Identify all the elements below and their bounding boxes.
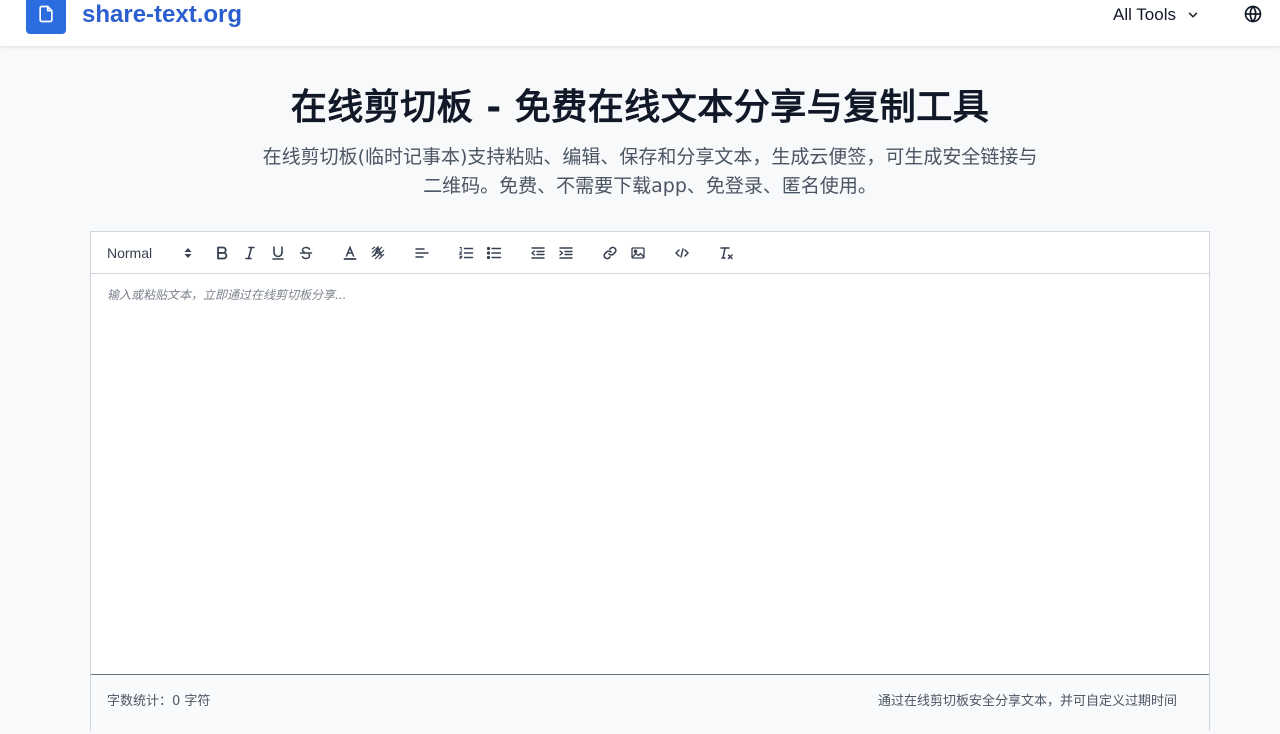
link-icon — [603, 246, 617, 259]
bold-button[interactable] — [211, 241, 233, 265]
underline-button[interactable] — [267, 241, 289, 265]
align-button[interactable] — [411, 241, 433, 265]
footer-note: 通过在线剪切板安全分享文本，并可自定义过期时间 — [877, 694, 1177, 709]
rich-text-editor: Normal 输入或粘贴文本，立即通过在线剪切板分享... 字数统计：0 字符 … — [90, 231, 1210, 734]
clear-format-icon — [720, 246, 733, 259]
code-icon — [675, 247, 689, 258]
underline-icon — [272, 245, 284, 260]
all-tools-label: All Tools — [1113, 5, 1176, 24]
page-subtitle: 在线剪切板(临时记事本)支持粘贴、编辑、保存和分享文本，生成云便签，可生成安全链… — [262, 146, 1038, 197]
chevron-down-icon — [1188, 12, 1198, 18]
image-icon — [631, 246, 645, 259]
indent-icon — [559, 246, 573, 259]
outdent-icon — [531, 246, 545, 259]
all-tools-menu[interactable]: All Tools — [1113, 4, 1200, 26]
top-header: share-text.org All Tools — [0, 0, 1280, 46]
editor-footer: 字数统计：0 字符 通过在线剪切板安全分享文本，并可自定义过期时间 — [91, 674, 1209, 734]
outdent-button[interactable] — [527, 241, 549, 265]
clear-format-button[interactable] — [715, 241, 737, 265]
strikethrough-button[interactable] — [295, 241, 317, 265]
logo[interactable] — [26, 0, 66, 34]
bullet-list-icon — [486, 246, 502, 259]
text-color-button[interactable] — [339, 241, 361, 265]
editor-toolbar: Normal — [91, 232, 1209, 274]
globe-icon — [1244, 5, 1262, 23]
italic-icon — [245, 246, 255, 259]
format-select[interactable]: Normal — [107, 241, 193, 265]
bold-icon — [217, 246, 228, 259]
char-count: 字数统计：0 字符 — [107, 694, 211, 709]
page-title: 在线剪切板 - 免费在线文本分享与复制工具 — [290, 87, 990, 128]
editor-content — [91, 274, 1209, 674]
strikethrough-icon — [299, 246, 313, 259]
code-button[interactable] — [671, 241, 693, 265]
select-arrows-icon — [184, 247, 192, 258]
background-color-button[interactable] — [367, 241, 389, 265]
ordered-list-button[interactable] — [455, 241, 477, 265]
language-button[interactable] — [1243, 4, 1263, 24]
highlight-icon — [371, 245, 385, 259]
format-select-value: Normal — [107, 244, 153, 261]
align-left-icon — [415, 247, 429, 258]
image-button[interactable] — [627, 241, 649, 265]
bullet-list-button[interactable] — [483, 241, 505, 265]
italic-button[interactable] — [239, 241, 261, 265]
text-color-icon — [343, 245, 357, 260]
text-editor-input[interactable] — [107, 286, 1193, 666]
brand-name[interactable]: share-text.org — [82, 1, 242, 29]
file-icon — [39, 5, 53, 23]
ordered-list-icon — [458, 246, 474, 259]
indent-button[interactable] — [555, 241, 577, 265]
link-button[interactable] — [599, 241, 621, 265]
